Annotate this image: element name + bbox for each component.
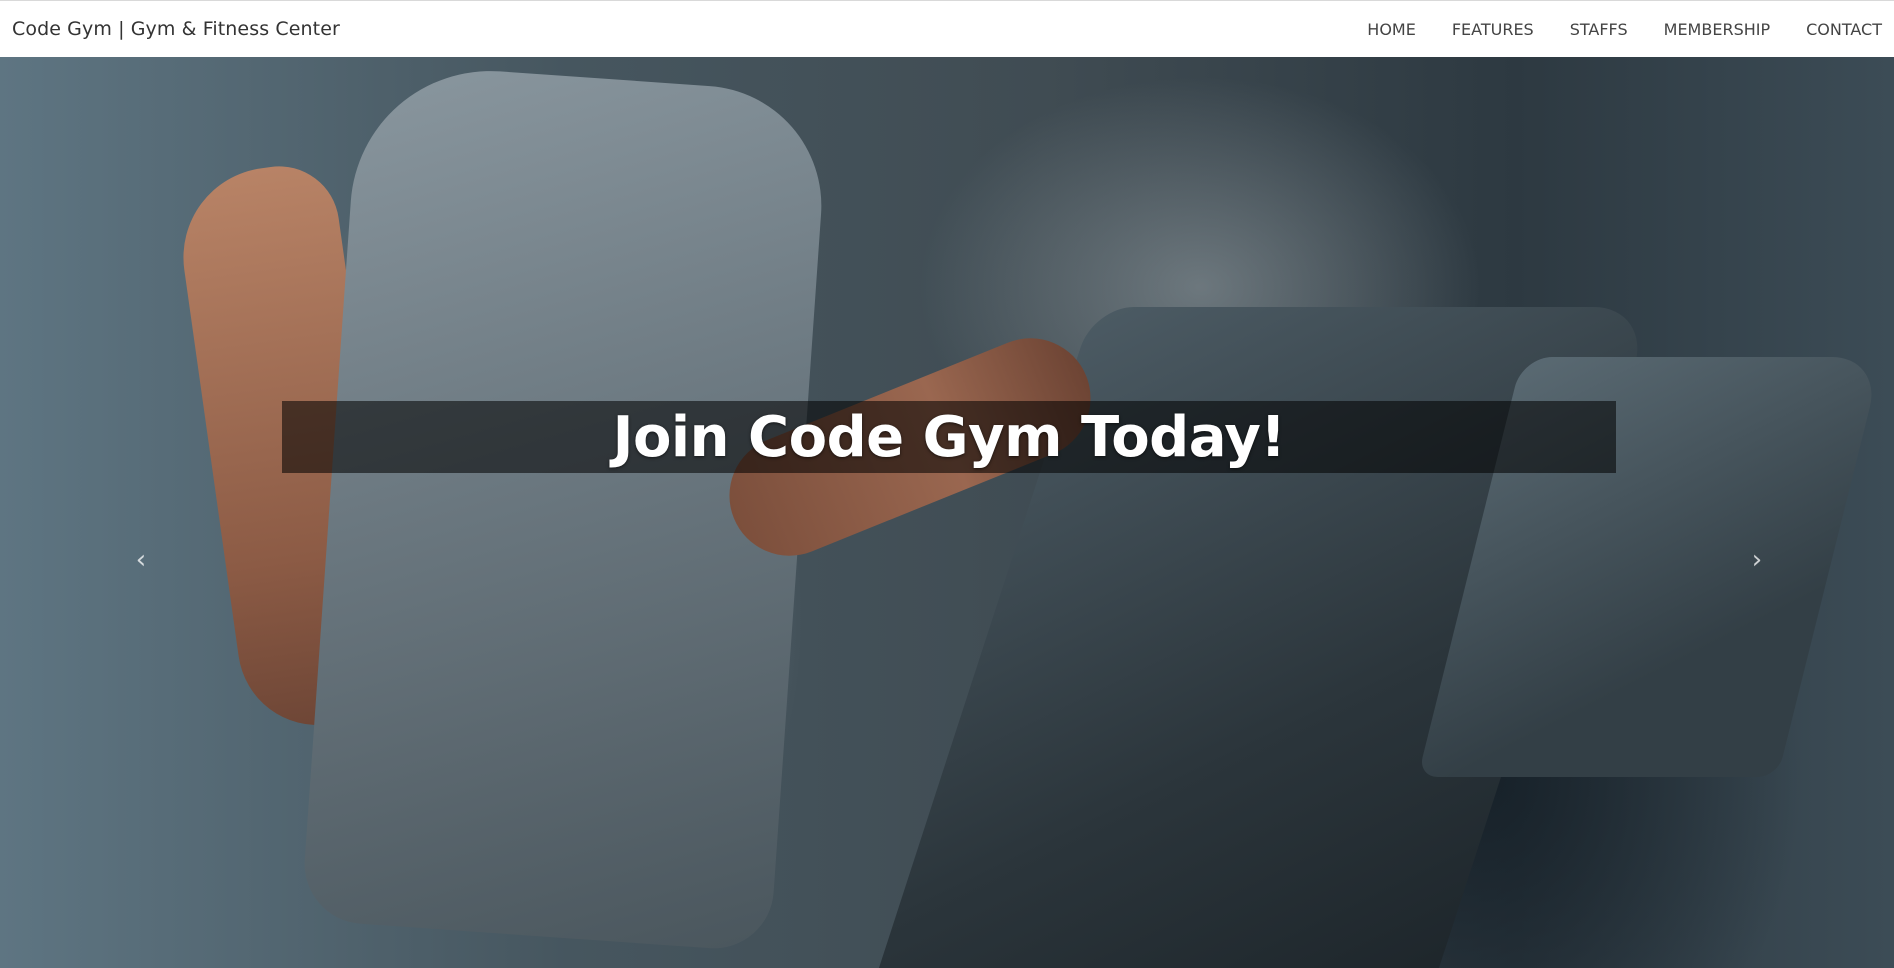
nav-staffs-link[interactable]: STAFFS [1570,20,1628,39]
brand-link[interactable]: Code Gym | Gym & Fitness Center [12,18,340,40]
nav-membership-link[interactable]: MEMBERSHIP [1664,20,1770,39]
chevron-right-icon: › [1751,545,1763,575]
nav-menu: HOME FEATURES STAFFS MEMBERSHIP CONTACT [1331,1,1882,57]
chevron-left-icon: ‹ [135,545,147,575]
top-navbar: Code Gym | Gym & Fitness Center HOME FEA… [0,0,1894,57]
nav-features-link[interactable]: FEATURES [1452,20,1534,39]
nav-contact-link[interactable]: CONTACT [1806,20,1882,39]
hero-banner: Join Code Gym Today! [282,401,1616,473]
hero-title: Join Code Gym Today! [612,404,1286,470]
hero-carousel: Join Code Gym Today! ‹ › [0,57,1894,968]
carousel-next-button[interactable]: › [1742,545,1772,575]
carousel-prev-button[interactable]: ‹ [126,545,156,575]
nav-home-link[interactable]: HOME [1367,20,1416,39]
